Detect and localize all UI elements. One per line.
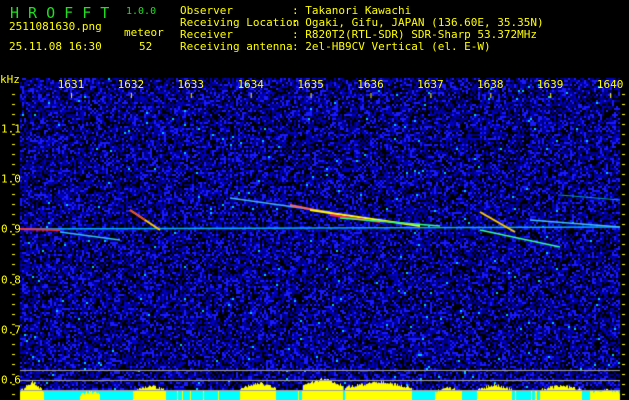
spectrogram — [0, 0, 629, 400]
info-value: : 2el-HB9CV Vertical (el. E-W) — [292, 40, 491, 53]
x-tick-label: 1633 — [177, 78, 205, 91]
x-tick-label: 1638 — [477, 78, 504, 91]
file-datetime: 25.11.08 16:30 — [9, 40, 102, 53]
x-tick-label: 1634 — [237, 78, 264, 91]
y-tick-label: 0.6 — [1, 373, 21, 387]
x-tick-label: 1636 — [357, 78, 384, 91]
y-tick-label: 1.1 — [1, 122, 21, 136]
y-tick-label: 0.8 — [1, 273, 21, 287]
x-tick-label: 1637 — [417, 78, 444, 91]
meteor-count: 52 — [139, 40, 153, 53]
y-tick-label: 0.9 — [1, 222, 21, 236]
x-tick-label: 1640 — [596, 78, 624, 91]
meteor-label: meteor — [124, 26, 164, 39]
y-tick-label: 1.0 — [1, 172, 21, 186]
file-name: 2511081630.png — [9, 20, 102, 33]
x-tick-label: 1632 — [117, 78, 145, 91]
app-version: 1.0.0 — [126, 6, 157, 17]
y-tick-label: 0.7 — [1, 323, 21, 337]
x-tick-label: 1639 — [536, 78, 564, 91]
x-tick-label: 1631 — [57, 78, 85, 91]
y-axis-unit: kHz — [0, 73, 20, 86]
x-tick-label: 1635 — [297, 78, 324, 91]
info-key: Receiving antenna — [180, 40, 293, 53]
app-title: H R O F F T — [10, 4, 110, 22]
